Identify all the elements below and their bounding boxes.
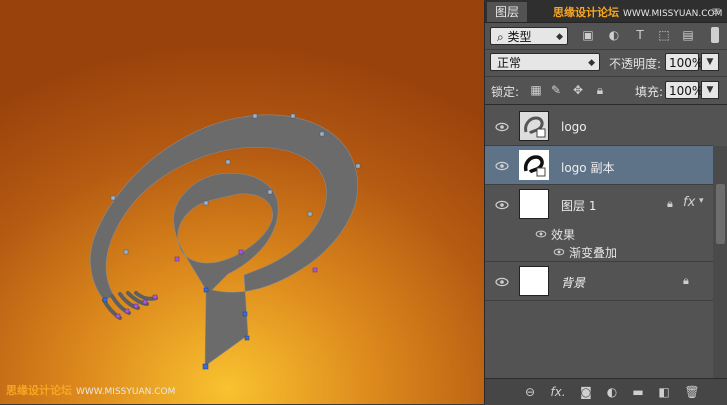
watermark-top: 思缘设计论坛 WWW.MISSYUAN.COM [553,6,723,19]
eye-icon[interactable] [495,161,509,171]
opacity-input[interactable]: 100% [665,53,703,71]
fill-label: 填充: [635,85,664,99]
search-icon: ⌕ [497,30,508,44]
lock-image-icon[interactable]: ✎ [549,83,563,97]
lock-label: 锁定: [491,85,520,99]
eye-icon[interactable] [535,230,547,238]
document-canvas[interactable]: 思缘设计论坛 WWW.MISSYUAN.COM [0,0,484,404]
layer-name: logo 副本 [561,161,615,175]
fx-icon[interactable]: fx [683,195,695,210]
collapse-arrow-icon[interactable]: ▾ [699,196,704,206]
eye-icon[interactable] [495,200,509,210]
scrollbar-thumb[interactable] [716,184,725,244]
lock-icon: 🔒︎ [683,274,689,287]
effect-gradient-overlay[interactable]: 渐变叠加 [569,244,617,261]
lock-row: 锁定: ▦ ✎ ✥ 🔒︎ 填充: 100% ▼ [485,77,727,103]
panel-menu-icon[interactable]: ≡ [711,4,721,18]
fill-slider-button[interactable]: ▼ [701,81,719,99]
opacity-label: 不透明度: [609,57,662,71]
layer-row[interactable]: logo [485,107,713,146]
lock-all-icon[interactable]: 🔒︎ [593,83,607,97]
layer-row-selected[interactable]: logo 副本 [485,146,713,185]
chevron-down-icon: ◆ [588,58,595,68]
effects-label: 效果 [551,228,576,242]
layer-thumbnail [519,111,549,141]
layer-row[interactable]: 图层 1 🔒︎ fx ▾ [485,185,713,224]
smart-object-filter-icon[interactable]: ▤ [681,28,695,42]
fill-input[interactable]: 100% [665,81,703,99]
lock-transparent-icon[interactable]: ▦ [529,83,543,97]
watermark-bottom: 思缘设计论坛 WWW.MISSYUAN.COM [6,384,176,397]
layer-thumbnail [519,189,549,219]
tab-layers[interactable]: 图层 [487,2,528,22]
opacity-slider-button[interactable]: ▼ [701,53,719,71]
blend-row: 正常 ◆ 不透明度: 100% ▼ [485,50,727,76]
eye-icon[interactable] [495,122,509,132]
layer-name: 图层 1 [561,199,597,213]
fx-icon[interactable]: fx. [549,383,567,401]
blend-mode-dropdown[interactable]: 正常 ◆ [490,53,600,71]
new-layer-icon[interactable]: ◧ [655,383,673,401]
layer-name: 背景 [561,276,586,290]
type-filter-icon[interactable]: T [633,28,647,42]
layer-name: logo [561,120,587,134]
layers-panel: 图层 思缘设计论坛 WWW.MISSYUAN.COM ≡ ⌕ 类型 ◆ ▣ ◐ T … [484,0,727,405]
new-group-icon[interactable]: ▬ [629,383,647,401]
layer-thumbnail [519,150,549,180]
lock-position-icon[interactable]: ✥ [571,83,585,97]
filter-toggle[interactable] [711,27,719,43]
adjustment-layer-icon[interactable]: ◐ [603,383,621,401]
panel-tab-bar: 图层 思缘设计论坛 WWW.MISSYUAN.COM ≡ [485,0,727,23]
layers-scrollbar[interactable] [713,146,727,378]
filter-row: ⌕ 类型 ◆ ▣ ◐ T ⬚ ▤ [485,23,727,49]
add-mask-icon[interactable]: ◙ [577,383,595,401]
eye-icon[interactable] [553,248,565,256]
shape-filter-icon[interactable]: ⬚ [657,28,671,42]
lock-icon: 🔒︎ [667,197,673,210]
canvas-artwork [0,0,484,404]
adjustment-filter-icon[interactable]: ◐ [607,28,621,42]
layer-row-background[interactable]: 背景 🔒︎ [485,262,713,301]
eye-icon[interactable] [495,277,509,287]
delete-layer-icon[interactable]: 🗑︎ [683,383,701,401]
layers-bottom-toolbar: ⊖ fx. ◙ ◐ ▬ ◧ 🗑︎ [485,378,727,405]
image-filter-icon[interactable]: ▣ [581,28,595,42]
link-layers-icon[interactable]: ⊖ [521,383,539,401]
chevron-down-icon: ◆ [556,32,563,42]
filter-type-dropdown[interactable]: ⌕ 类型 ◆ [490,27,568,45]
layer-thumbnail [519,266,549,296]
layer-effects: 效果 渐变叠加 [485,224,713,262]
